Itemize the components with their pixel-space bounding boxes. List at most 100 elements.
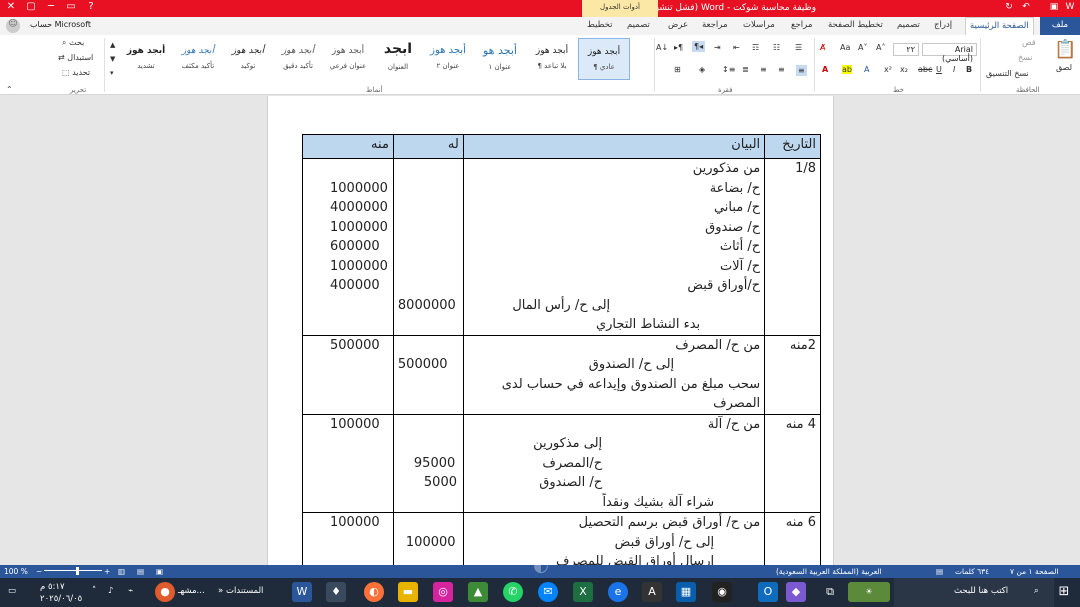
tab-home[interactable]: الصفحة الرئيسية	[965, 17, 1034, 35]
save-icon[interactable]: ▣	[1048, 2, 1060, 14]
justify-icon[interactable]: ≣	[742, 65, 749, 74]
clear-format-icon[interactable]: A̸	[820, 43, 825, 52]
date-cell[interactable]: 6 منه	[764, 512, 821, 565]
decrease-indent-icon[interactable]: ⇤	[733, 43, 740, 52]
zoom-slider-thumb[interactable]	[76, 567, 79, 575]
paste-icon[interactable]: 📋	[1054, 39, 1076, 60]
tab-table-design[interactable]: تصميم	[627, 17, 650, 35]
style-heading-1[interactable]: أبجد هو عنوان ١	[474, 38, 526, 80]
credit-cell[interactable]: 95000 5000	[392, 413, 464, 513]
tab-review[interactable]: مراجعة	[702, 17, 728, 35]
debit-cell[interactable]: 100000	[302, 512, 394, 565]
clock-time[interactable]: ٥:١٧ م	[40, 582, 65, 592]
word-icon[interactable]: W	[292, 582, 312, 602]
sort-icon[interactable]: A↓	[656, 43, 668, 52]
undo-icon[interactable]: ↶	[1020, 2, 1032, 14]
app-icon[interactable]: ◉	[712, 582, 732, 602]
tab-insert[interactable]: إدراج	[934, 17, 952, 35]
zoom-in-icon[interactable]: +	[104, 567, 110, 576]
style-normal[interactable]: أبجد هوز ¶ عادي	[578, 38, 630, 80]
text-effects-icon[interactable]: A	[864, 65, 869, 74]
tab-mailings[interactable]: مراسلات	[743, 17, 775, 35]
app-icon[interactable]: ●	[155, 582, 175, 602]
superscript-icon[interactable]: x²	[884, 65, 892, 74]
bullets-icon[interactable]: ☰	[795, 43, 802, 52]
ltr-direction-icon[interactable]: ▸¶	[674, 43, 683, 52]
ribbon-options-icon[interactable]: ▭	[62, 1, 80, 16]
shrink-font-icon[interactable]: A˅	[858, 43, 867, 52]
print-layout-icon[interactable]: ▤	[137, 567, 144, 576]
collapse-ribbon-icon[interactable]: ⌃	[6, 85, 13, 94]
minimize-icon[interactable]: ─	[42, 1, 60, 16]
shared-label[interactable]: مشهـ...	[178, 586, 205, 596]
align-center-icon[interactable]: ≡	[778, 65, 785, 74]
network-icon[interactable]: ⌁	[128, 586, 133, 596]
edge-icon[interactable]: e	[608, 582, 628, 602]
tab-table-layout[interactable]: تخطيط	[587, 17, 612, 35]
help-icon[interactable]: ?	[82, 1, 100, 16]
borders-icon[interactable]: ⊞	[674, 65, 681, 74]
page-count[interactable]: الصفحة ١ من ٧	[1010, 567, 1058, 576]
style-strong[interactable]: أبجد هوز تشديد	[120, 38, 172, 80]
app-icon[interactable]: A	[642, 582, 662, 602]
search-box[interactable]: ⌕ اكتب هنا للبحث	[894, 578, 1054, 607]
copilot-icon[interactable]: ◆	[786, 582, 806, 602]
header-credit[interactable]: له	[392, 134, 464, 159]
font-name-select[interactable]: Arial (أساسي)	[922, 43, 977, 63]
credit-cell[interactable]: 100000	[392, 512, 464, 565]
avatar[interactable]: ☺	[6, 19, 20, 33]
style-no-spacing[interactable]: أبجد هوز ¶ بلا تباعد	[526, 38, 578, 80]
file-explorer-icon[interactable]: ▬	[398, 582, 418, 602]
increase-indent-icon[interactable]: ⇥	[714, 43, 721, 52]
word-count[interactable]: ٦٣٤ كلمات	[955, 567, 989, 576]
debit-cell[interactable]: 500000	[302, 334, 394, 415]
read-mode-icon[interactable]: ▣	[156, 567, 163, 576]
strikethrough-icon[interactable]: abc	[918, 65, 932, 74]
style-title[interactable]: ابجد العنوان	[372, 38, 424, 80]
close-icon[interactable]: ✕	[2, 1, 20, 16]
select-button[interactable]: ⬚ تحديد	[62, 68, 90, 77]
outlook-icon[interactable]: O	[758, 582, 778, 602]
credit-cell[interactable]: 8000000	[392, 158, 464, 336]
font-color-icon[interactable]: A	[822, 65, 828, 74]
volume-icon[interactable]: ♪	[108, 586, 113, 596]
grow-font-icon[interactable]: A˄	[876, 43, 885, 52]
windows-start-icon[interactable]: ⊞	[1054, 582, 1074, 602]
date-cell[interactable]: 4 منه	[764, 413, 821, 513]
styles-more-icon[interactable]: ▾	[110, 69, 114, 77]
zoom-level[interactable]: 100 %	[4, 567, 28, 576]
overflow-icon[interactable]: »	[218, 586, 223, 596]
format-painter-button[interactable]: نسخ التنسيق	[986, 69, 1029, 78]
zoom-slider[interactable]	[44, 570, 102, 571]
subscript-icon[interactable]: x₂	[900, 65, 908, 74]
shading-icon[interactable]: ◈	[699, 65, 705, 74]
tab-file[interactable]: ملف	[1040, 17, 1080, 35]
notifications-icon[interactable]: ▭	[8, 586, 16, 596]
replace-button[interactable]: ⇄ استبدال	[58, 53, 93, 62]
paste-button[interactable]: لصق	[1056, 63, 1072, 72]
description-cell[interactable]: من ح/ آلة إلى مذكورين ح/المصرف ح/ الصندو…	[462, 413, 766, 513]
multilevel-list-icon[interactable]: ☶	[752, 43, 759, 52]
maximize-icon[interactable]: ▢	[22, 1, 40, 16]
chevron-up-icon[interactable]: ˄	[92, 586, 96, 596]
description-cell[interactable]: من ح/ المصرف إلى ح/ الصندوق سحب مبلغ من …	[462, 334, 766, 415]
italic-icon[interactable]: I	[953, 65, 955, 74]
instagram-icon[interactable]: ◎	[433, 582, 453, 602]
description-cell[interactable]: من مذكورين ح/ بضاعة ح/ مباني ح/ صندوق ح/…	[462, 158, 766, 336]
redo-icon[interactable]: ↻	[1003, 2, 1015, 14]
tab-references[interactable]: مراجع	[791, 17, 812, 35]
header-description[interactable]: البيان	[462, 134, 766, 159]
language-indicator[interactable]: العربية (المملكة العربية السعودية)	[776, 567, 882, 576]
style-intense-emphasis[interactable]: أبجد هوز تأكيد مكثف	[172, 38, 224, 80]
line-spacing-icon[interactable]: ↕≡	[722, 65, 735, 74]
debit-cell[interactable]: 100000	[302, 413, 394, 513]
align-left-icon[interactable]: ≡	[760, 65, 767, 74]
debit-cell[interactable]: 1000000 4000000 1000000 600000 1000000 4…	[302, 158, 394, 336]
highlight-icon[interactable]: ab	[842, 65, 852, 74]
bold-icon[interactable]: B	[966, 65, 972, 74]
firefox-icon[interactable]: ◐	[364, 582, 384, 602]
date-cell[interactable]: 1/8	[764, 158, 821, 336]
tab-layout[interactable]: تخطيط الصفحة	[828, 17, 883, 35]
date-cell[interactable]: 2منه	[764, 334, 821, 415]
app-icon[interactable]: ♦	[326, 582, 346, 602]
